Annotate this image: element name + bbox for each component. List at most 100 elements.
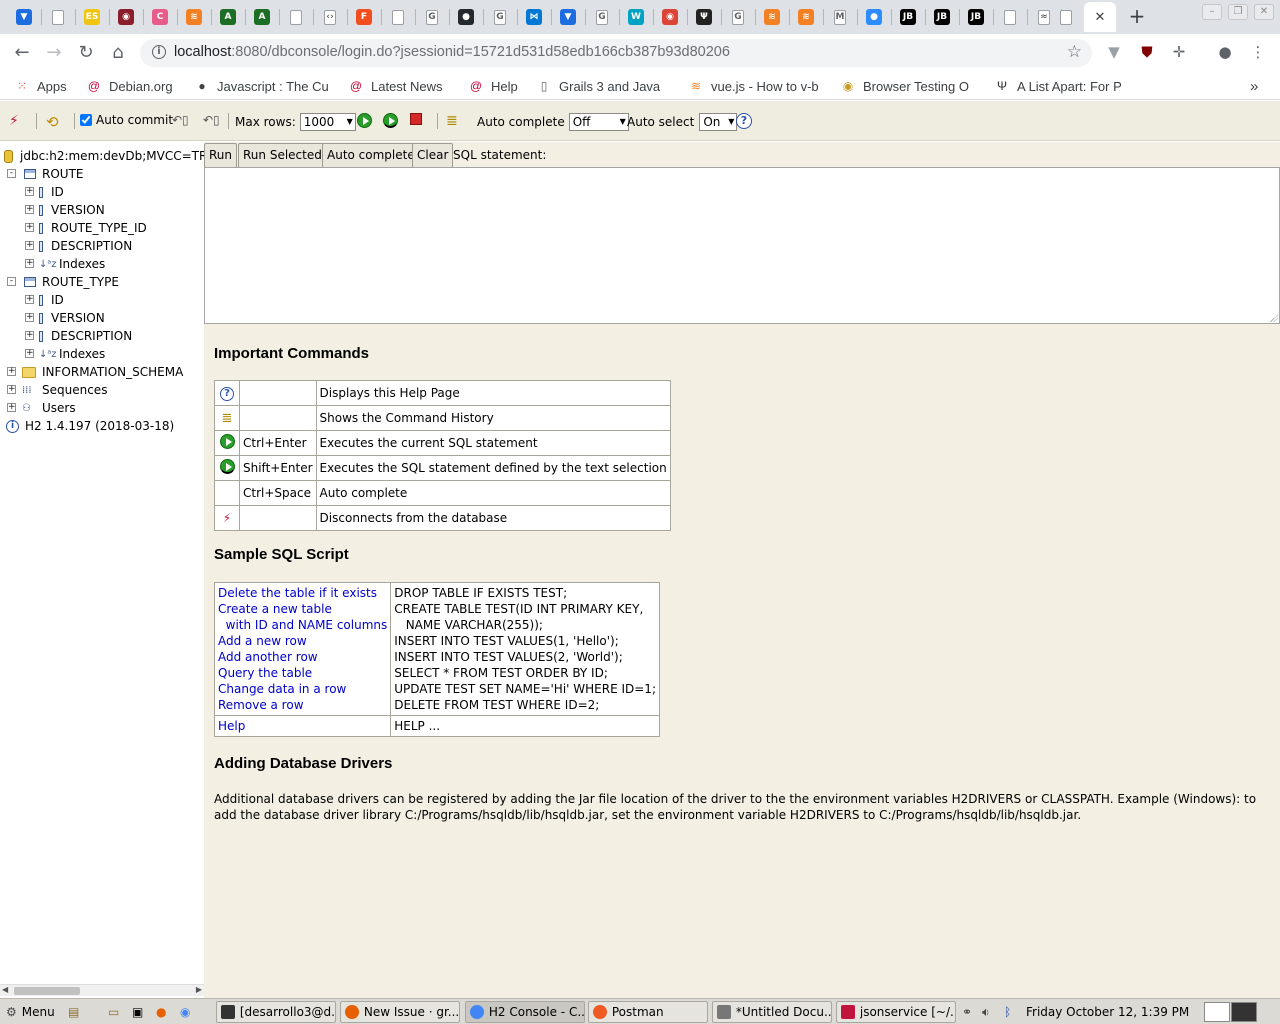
move-extension-icon[interactable]: ✛ — [1169, 42, 1189, 62]
browser-tab[interactable]: ◉ — [654, 2, 686, 32]
scrollbar-thumb[interactable] — [14, 987, 80, 995]
auto-select-select[interactable]: On — [699, 113, 738, 131]
browser-tab[interactable]: ‹› — [314, 2, 346, 32]
disconnect-icon[interactable]: ⚡ — [223, 511, 231, 525]
sample-link[interactable]: Remove a row — [218, 697, 387, 713]
clear-button[interactable]: Clear — [412, 143, 454, 168]
home-icon[interactable]: ⌂ — [106, 41, 130, 65]
maximize-window-button[interactable]: ❐ — [1228, 4, 1248, 20]
sql-statement-input[interactable] — [204, 167, 1280, 324]
browser-tab[interactable] — [280, 2, 312, 32]
browser-tab[interactable]: Ψ — [688, 2, 720, 32]
run-icon[interactable] — [219, 434, 235, 452]
browser-tab[interactable] — [382, 2, 414, 32]
version-node[interactable]: i H2 1.4.197 (2018-03-18) — [6, 417, 174, 435]
expand-icon[interactable]: + — [25, 223, 34, 232]
browser-tab[interactable]: ◉ — [110, 2, 142, 32]
run-selected-icon[interactable] — [219, 459, 235, 477]
max-rows-select[interactable]: 1000 — [299, 113, 356, 131]
stop-icon[interactable] — [410, 113, 422, 125]
bookmark-item[interactable]: @ Debian.org — [86, 77, 173, 95]
terminal-launcher-icon[interactable]: ▣ — [128, 1001, 143, 1023]
run-button[interactable]: Run — [204, 143, 238, 168]
rollback-icon[interactable]: ↶▯ — [203, 113, 220, 127]
history-icon[interactable]: ≣ — [222, 411, 233, 426]
sample-link[interactable]: Add another row — [218, 649, 387, 665]
start-menu-button[interactable]: ⚙ Menu — [2, 1001, 55, 1023]
column-node[interactable]: + DESCRIPTION — [25, 327, 132, 345]
bookmark-item[interactable]: ◉ Browser Testing O — [840, 77, 969, 95]
auto-commit-toggle[interactable]: Auto commit — [80, 113, 173, 127]
column-node[interactable]: + ID — [25, 291, 64, 309]
bookmark-item[interactable]: ● Javascript : The Cu — [194, 77, 328, 95]
browser-tab[interactable]: A — [212, 2, 244, 32]
ublock-origin-icon[interactable]: ⛊ — [1137, 42, 1157, 62]
workspace-2[interactable] — [1231, 1002, 1257, 1022]
run-selected-button[interactable]: Run Selected — [238, 143, 327, 168]
sample-link[interactable]: Query the table — [218, 665, 387, 681]
expand-icon[interactable]: + — [7, 403, 16, 412]
sample-link[interactable]: Delete the table if it exists — [218, 585, 387, 601]
column-node[interactable]: + ROUTE_TYPE_ID — [25, 219, 147, 237]
column-node[interactable]: + ID — [25, 183, 64, 201]
active-tab[interactable]: ✕ — [1084, 2, 1116, 32]
taskbar-window-button[interactable]: *Untitled Docu... — [712, 1001, 832, 1023]
column-node[interactable]: + DESCRIPTION — [25, 237, 132, 255]
indexes-node[interactable]: + ↓ᵃz Indexes — [25, 255, 105, 273]
table-node[interactable]: - ROUTE_TYPE — [7, 273, 119, 291]
taskbar-window-button[interactable]: Postman — [588, 1001, 708, 1023]
help-icon[interactable]: ? — [220, 385, 234, 401]
browser-tab[interactable]: ≋ — [756, 2, 788, 32]
browser-tab[interactable] — [1050, 2, 1082, 32]
reload-icon[interactable]: ↻ — [74, 41, 98, 65]
files-launcher-icon[interactable]: ▤ — [64, 1001, 79, 1023]
browser-tab[interactable]: ● — [858, 2, 890, 32]
close-tab-icon[interactable]: ✕ — [1095, 10, 1106, 25]
taskbar-window-button[interactable]: H2 Console - C... — [465, 1001, 585, 1023]
browser-tab[interactable]: JB — [926, 2, 958, 32]
minimize-window-button[interactable]: – — [1202, 4, 1222, 20]
expand-icon[interactable]: + — [7, 367, 16, 376]
bookmark-item[interactable]: @ Help — [468, 77, 518, 95]
forward-icon[interactable]: → — [42, 41, 66, 65]
clock[interactable]: Friday October 12, 1:39 PM — [1022, 1001, 1189, 1023]
users-node[interactable]: + ⚇ Users — [7, 399, 76, 417]
table-node[interactable]: - ROUTE — [7, 165, 83, 183]
indexes-node[interactable]: + ↓ᵃz Indexes — [25, 345, 105, 363]
bookmark-item[interactable]: @ Latest News — [348, 77, 443, 95]
expand-icon[interactable]: + — [25, 259, 34, 268]
url-text[interactable]: localhost:8080/dbconsole/login.do?jsessi… — [174, 44, 730, 60]
sequences-node[interactable]: + ⁞⁞⁞ Sequences — [7, 381, 107, 399]
tree-horizontal-scrollbar[interactable]: ◀ ▶ — [0, 984, 204, 996]
sample-link[interactable]: Add a new row — [218, 633, 387, 649]
expand-icon[interactable]: + — [25, 187, 34, 196]
browser-tab[interactable]: A — [246, 2, 278, 32]
column-node[interactable]: + VERSION — [25, 309, 105, 327]
expand-icon[interactable]: + — [25, 205, 34, 214]
help-icon[interactable]: ? — [736, 113, 752, 129]
browser-tab[interactable]: ≋ — [178, 2, 210, 32]
taskbar-window-button[interactable]: [desarrollo3@d... — [216, 1001, 336, 1023]
sample-link[interactable]: with ID and NAME columns — [218, 617, 388, 633]
bookmark-item[interactable]: ≋ vue.js - How to v-b — [688, 77, 819, 95]
sample-link[interactable]: Change data in a row — [218, 681, 387, 697]
folder-launcher-icon[interactable]: ▭ — [104, 1001, 119, 1023]
browser-tab[interactable]: ⋈ — [518, 2, 550, 32]
browser-tab[interactable]: G — [722, 2, 754, 32]
taskbar-window-button[interactable]: jsonservice [~/... — [836, 1001, 956, 1023]
browser-tab[interactable]: G — [416, 2, 448, 32]
collapse-icon[interactable]: - — [7, 169, 16, 178]
bookmark-star-icon[interactable]: ☆ — [1067, 42, 1082, 62]
browser-tab[interactable]: ▼ — [8, 2, 40, 32]
expand-icon[interactable]: + — [25, 349, 34, 358]
browser-tab[interactable]: ES — [76, 2, 108, 32]
new-tab-button[interactable]: + — [1124, 5, 1150, 29]
bookmark-item[interactable]: ▯ Grails 3 and Java — [536, 77, 660, 95]
refresh-icon[interactable]: ⟲ — [46, 113, 59, 131]
collapse-icon[interactable]: - — [7, 277, 16, 286]
browser-tab[interactable]: JB — [960, 2, 992, 32]
expand-icon[interactable]: + — [25, 331, 34, 340]
browser-tab[interactable]: F — [348, 2, 380, 32]
browser-tab[interactable]: ≋ — [790, 2, 822, 32]
chrome-menu-icon[interactable]: ⋮ — [1248, 42, 1268, 62]
